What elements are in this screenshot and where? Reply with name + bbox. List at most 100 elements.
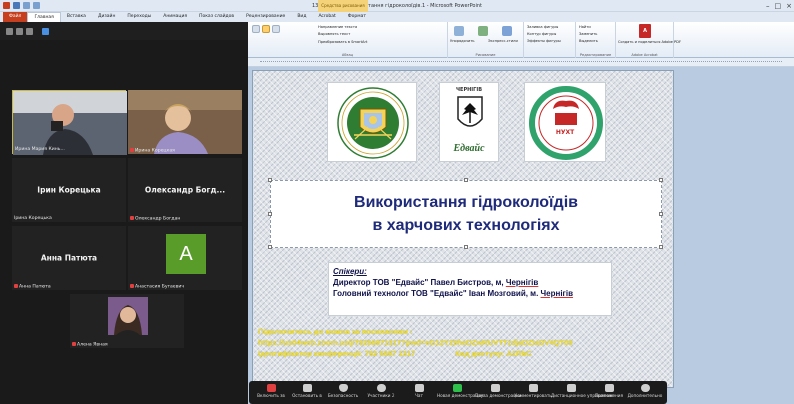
tab-insert[interactable]: Вставка [61,12,92,22]
pen-icon [528,384,538,392]
participant-tile[interactable]: Ирина Мария Кинь... [12,90,127,155]
shape-effects-button[interactable]: Эффекты фигуры [527,39,561,43]
gallery-view-icon[interactable] [42,28,49,35]
shape-outline-button[interactable]: Контур фигуры [527,32,556,36]
passcode: Код доступу: A1RbC [455,349,532,358]
unmute-button[interactable]: Включить зв [251,382,291,398]
meeting-id: Ідентифікатор конференції: 792 6697 1317 [258,349,416,358]
more-button[interactable]: Дополнительно [625,382,665,398]
view-icon[interactable] [6,28,13,35]
muted-mic-icon [14,283,18,288]
participant-tile[interactable]: Ирина Корецкая [128,90,242,154]
select-button[interactable]: Выделить [579,39,598,43]
quick-styles-icon[interactable] [502,26,512,36]
join-line-1: Підключитись до можна за посиланням : [258,327,413,336]
resize-handle[interactable] [464,178,468,182]
minimize-icon[interactable]: – [766,2,770,10]
tab-design[interactable]: Дизайн [92,12,121,22]
ribbon-group-drawing: Упорядочить Экспресс-стили Рисование [448,22,524,58]
align-left-icon[interactable] [252,25,260,33]
resize-handle[interactable] [464,245,468,249]
speakers-box[interactable]: Спікери: Директор ТОВ "Едвайс" Павел Бис… [328,262,612,316]
tab-slideshow[interactable]: Показ слайдов [193,12,240,22]
redo-icon[interactable] [33,2,40,9]
convert-smartart-button[interactable]: Преобразовать в SmartArt [318,40,367,44]
resize-handle[interactable] [659,212,663,216]
tab-format[interactable]: Формат [342,12,372,22]
zoom-control-bar: Включить зв Остановить в Безопасность Уч… [249,381,667,404]
pause-share-button[interactable]: Пауза демонстрации [475,382,522,398]
quick-styles-button[interactable]: Экспресс-стили [488,39,518,43]
save-icon[interactable] [13,2,20,9]
text-direction-button[interactable]: Направление текста [318,25,357,29]
participant-tile[interactable]: Алена Явная [70,294,184,348]
annotate-button[interactable]: Комментировать [513,382,553,398]
ribbon-group-acrobat: A Создать и поделиться Adobe PDF Adobe A… [616,22,681,58]
apps-icon [604,384,614,392]
participant-caption: Алена Явная [72,341,108,347]
logo-nuht-text: НУХТ [555,129,575,136]
find-button[interactable]: Найти [579,25,591,29]
grid-icon[interactable] [16,28,23,35]
resize-handle[interactable] [268,212,272,216]
replace-button[interactable]: Заменить [579,32,597,36]
participant-name: Ірин Корецька [37,185,101,195]
resize-handle[interactable] [268,245,272,249]
speakers-header: Спікери: [333,267,367,276]
tab-acrobat[interactable]: Acrobat [312,12,341,22]
remote-control-button[interactable]: Дистанционное управление [551,382,613,398]
slide-title-box[interactable]: Використання гідроколоїдів в харчових те… [270,180,662,248]
participant-caption: Ірина Корецька [14,216,52,221]
create-pdf-button[interactable]: Создать и поделиться Adobe PDF [618,40,681,44]
participant-video [13,91,127,155]
arrange-icon[interactable] [478,26,488,36]
ppt-title-bar: 13 Готовое - Використання гідроколоїдів.… [0,0,794,12]
resize-handle[interactable] [268,178,272,182]
ppt-logo-icon[interactable] [3,2,10,9]
participant-tile[interactable]: Ірин Корецька Ірина Корецька [12,158,126,222]
chat-button[interactable]: Чат [399,382,439,398]
resize-handle[interactable] [659,245,663,249]
participant-count: 2 [391,393,395,398]
align-right-icon[interactable] [272,25,280,33]
shapes-icon[interactable] [454,26,464,36]
tab-review[interactable]: Рецензирование [240,12,291,22]
speaker-2: Головний технолог ТОВ "Едвайс" Іван Мозг… [333,289,574,298]
muted-mic-icon [130,283,134,288]
stop-video-button[interactable]: Остановить в [287,382,327,398]
logo-edvais: ЧЕРНІГІВ Едвайс [439,82,499,162]
quick-access-toolbar [3,2,40,9]
align-text-button[interactable]: Выровнять текст [318,32,350,36]
slide-title-line1: Використання гідроколоїдів [354,194,578,211]
participant-caption: Ирина Мария Кинь... [15,147,65,152]
apps-button[interactable]: Приложения [589,382,629,398]
participant-tile[interactable]: Олександр Богд... Олександр Богдан [128,158,242,222]
security-button[interactable]: Безопасность [323,382,363,398]
participant-tile[interactable]: Анна Патюта Анна Патюта [12,226,126,290]
participant-tile[interactable]: A Анастасия Бугаевич [128,226,242,290]
tab-animations[interactable]: Анимация [157,12,193,22]
eagle-shield-icon [457,96,483,127]
shape-fill-button[interactable]: Заливка фигуры [527,25,558,29]
tab-transitions[interactable]: Переходы [121,12,157,22]
faculty-emblem-icon [337,87,409,159]
undo-icon[interactable] [23,2,30,9]
tab-view[interactable]: Вид [291,12,312,22]
tab-file[interactable]: Файл [3,12,28,22]
arrange-button[interactable]: Упорядочить [450,39,475,43]
tab-home[interactable]: Главная [27,11,61,23]
join-link[interactable]: https://us04web.zoom.us/j/79266971317?pw… [258,337,670,348]
ribbon-group-shape-format: Заливка фигуры Контур фигуры Эффекты фиг… [524,22,576,58]
pdf-icon[interactable]: A [639,24,651,38]
new-share-button[interactable]: Новая демонстрация [437,382,484,398]
resize-handle[interactable] [659,178,663,182]
participant-caption: Олександр Богдан [130,215,180,221]
context-tab-drawing-tools[interactable]: Средства рисования [318,0,368,12]
close-icon[interactable]: × [786,2,792,10]
window-title: 13 Готовое - Використання гідроколоїдів.… [312,3,482,9]
align-center-icon[interactable] [262,25,270,33]
ribbon-group-label: Рисование [475,53,496,57]
maximize-icon[interactable]: □ [775,2,782,10]
list-icon[interactable] [26,28,33,35]
participants-button[interactable]: Участники 2 [361,382,401,398]
